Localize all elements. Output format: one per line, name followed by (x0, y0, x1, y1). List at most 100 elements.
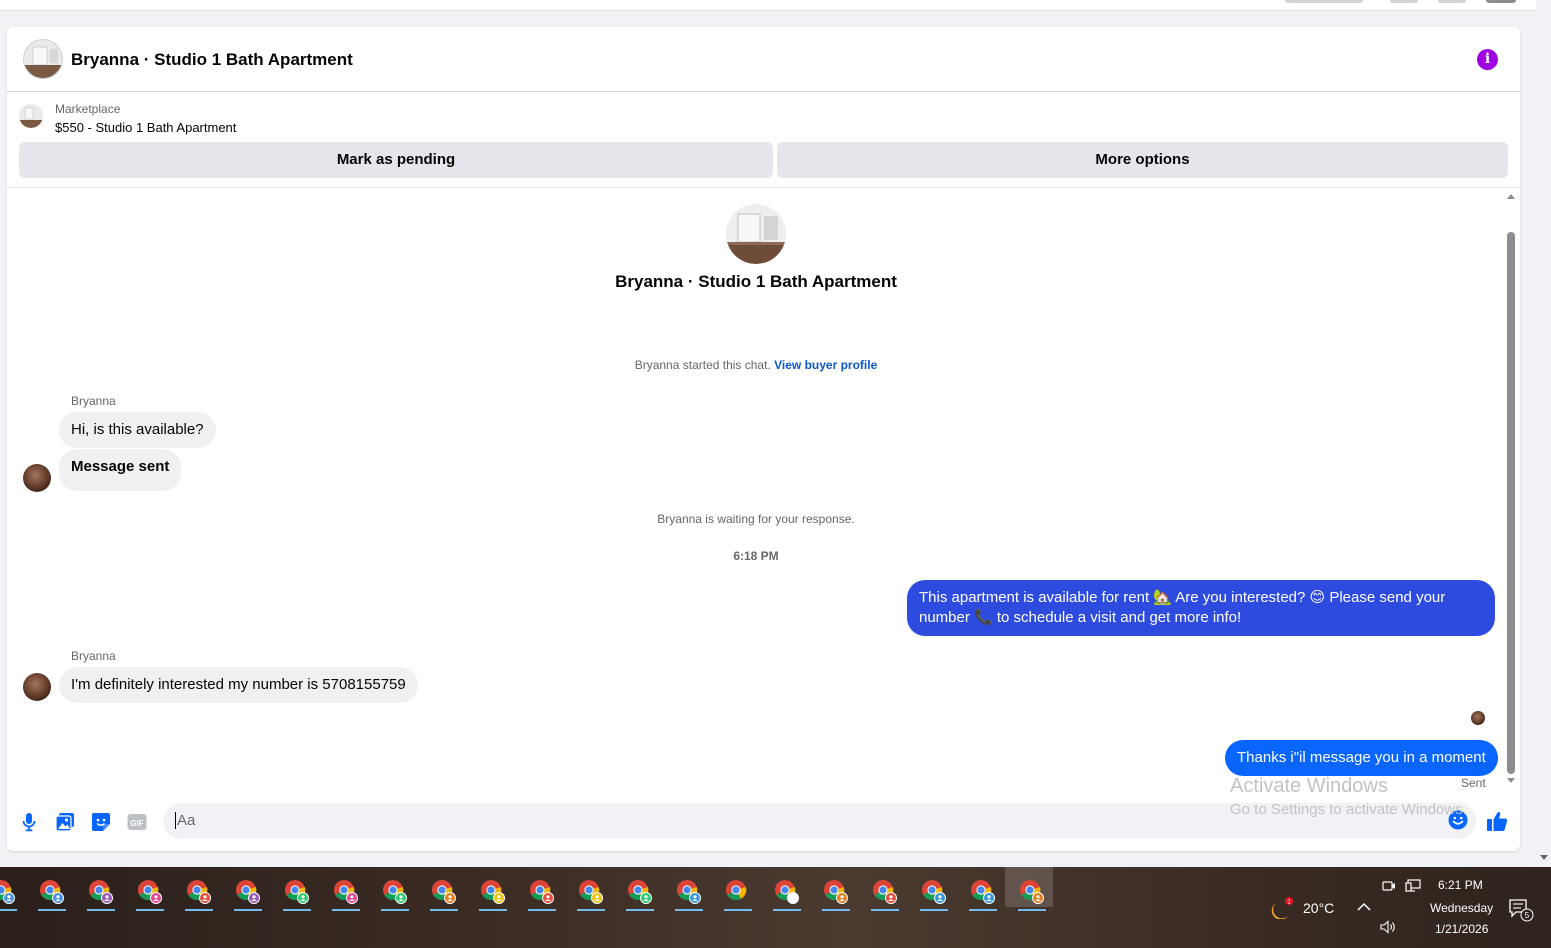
chrome-taskbar-icon[interactable] (819, 875, 853, 911)
running-app-indicator (136, 909, 164, 911)
chrome-profile-icon (236, 880, 260, 904)
more-options-button[interactable]: More options (777, 142, 1508, 178)
listing-price-title[interactable]: $550 - Studio 1 Bath Apartment (55, 120, 236, 135)
chrome-taskbar-icon[interactable] (1015, 875, 1049, 911)
chrome-profile-icon (383, 880, 407, 904)
chrome-profile-icon (873, 880, 897, 904)
meet-now-icon[interactable] (1382, 879, 1396, 893)
chrome-taskbar-icon[interactable] (672, 875, 706, 911)
chat-started-notice: Bryanna started this chat. View buyer pr… (7, 358, 1505, 372)
chrome-profile-icon (775, 880, 799, 904)
running-app-indicator (577, 909, 605, 911)
incoming-message[interactable]: Message sent (59, 449, 182, 491)
thumbs-up-icon[interactable] (1486, 810, 1508, 832)
buyer-avatar[interactable] (23, 673, 51, 701)
top-strip-icon[interactable] (1390, 0, 1418, 3)
page-scroll-down-arrow[interactable] (1540, 855, 1548, 860)
top-strip-icon[interactable] (1438, 0, 1466, 3)
clock-date[interactable]: 1/21/2026 (1435, 922, 1488, 936)
chrome-profile-icon (40, 880, 64, 904)
incoming-message[interactable]: Hi, is this available? (59, 412, 216, 448)
message-timestamp: 6:18 PM (733, 549, 779, 563)
chrome-taskbar-icon[interactable] (476, 875, 510, 911)
chrome-profile-icon (432, 880, 456, 904)
top-strip-avatar[interactable] (1486, 0, 1516, 3)
network-icon[interactable] (1405, 879, 1421, 893)
running-app-indicator (38, 909, 66, 911)
info-icon[interactable]: i (1477, 49, 1498, 70)
sent-status: Sent (1461, 776, 1486, 790)
chrome-profile-icon (138, 880, 162, 904)
buyer-avatar[interactable] (23, 464, 51, 492)
chrome-taskbar-icon[interactable] (231, 875, 265, 911)
top-strip-button[interactable] (1285, 0, 1363, 3)
running-app-indicator (283, 909, 311, 911)
notification-center-icon[interactable]: 5 (1509, 899, 1535, 923)
outgoing-message[interactable]: Thanks i"il message you in a moment (1225, 740, 1498, 776)
chrome-taskbar-icon[interactable] (0, 875, 20, 911)
windows-taskbar: 1 20°C 6:21 PM Wednesday 1/21/2026 5 (0, 867, 1551, 948)
listing-thumbnail[interactable] (19, 104, 43, 128)
message-input[interactable]: Aa (163, 803, 1476, 839)
weather-icon[interactable]: 1 (1271, 897, 1297, 919)
chrome-taskbar-icon[interactable] (427, 875, 461, 911)
chrome-taskbar-icon[interactable] (280, 875, 314, 911)
chrome-profile-icon (726, 880, 747, 901)
view-buyer-profile-link[interactable]: View buyer profile (774, 358, 877, 372)
thread-listing-avatar[interactable] (726, 204, 786, 264)
incoming-message[interactable]: I'm definitely interested my number is 5… (59, 667, 418, 703)
sticker-icon[interactable] (90, 811, 112, 833)
volume-icon[interactable] (1380, 920, 1398, 934)
chrome-taskbar-icon[interactable] (84, 875, 118, 911)
chrome-profile-icon (0, 880, 15, 904)
conversation-title[interactable]: Bryanna · Studio 1 Bath Apartment (71, 50, 353, 70)
chrome-profile-icon (334, 880, 358, 904)
clock-day[interactable]: Wednesday (1430, 901, 1493, 915)
scroll-down-arrow[interactable] (1507, 778, 1515, 783)
outgoing-message[interactable]: This apartment is available for rent 🏡 A… (907, 580, 1495, 636)
running-app-indicator (773, 909, 801, 911)
chrome-profile-icon (628, 880, 652, 904)
chrome-profile-icon (481, 880, 505, 904)
chrome-profile-icon (187, 880, 211, 904)
chrome-taskbar-icon[interactable] (329, 875, 363, 911)
chrome-taskbar-icon[interactable] (574, 875, 608, 911)
chrome-taskbar-icon[interactable] (966, 875, 1000, 911)
chrome-taskbar-icon[interactable] (182, 875, 216, 911)
chrome-taskbar-icon[interactable] (525, 875, 559, 911)
chrome-taskbar-icon[interactable] (378, 875, 412, 911)
listing-avatar[interactable] (23, 39, 63, 79)
sender-name: Bryanna (71, 649, 116, 663)
emoji-icon[interactable] (1448, 810, 1468, 830)
chrome-taskbar-icon[interactable] (721, 875, 755, 911)
running-app-indicator (0, 909, 17, 911)
scrollbar-thumb[interactable] (1507, 232, 1515, 774)
chat-panel: Bryanna · Studio 1 Bath Apartment i Mark… (7, 27, 1520, 851)
chrome-taskbar-icon[interactable] (868, 875, 902, 911)
marketplace-label: Marketplace (55, 102, 121, 116)
weather-temperature[interactable]: 20°C (1303, 900, 1334, 916)
mark-as-pending-button[interactable]: Mark as pending (19, 142, 773, 178)
gif-icon[interactable]: GIF (126, 811, 148, 833)
running-app-indicator (822, 909, 850, 911)
microphone-icon[interactable] (18, 811, 40, 833)
show-hidden-icons-chevron-icon[interactable] (1356, 902, 1372, 912)
chat-started-text: Bryanna started this chat. (634, 358, 771, 372)
scrollbar[interactable] (1505, 188, 1517, 798)
scroll-up-arrow[interactable] (1507, 194, 1515, 199)
chrome-profile-icon (579, 880, 603, 904)
running-app-indicator (871, 909, 899, 911)
chrome-taskbar-icon[interactable] (770, 875, 804, 911)
running-app-indicator (626, 909, 654, 911)
chrome-profile-icon (677, 880, 701, 904)
clock-time[interactable]: 6:21 PM (1438, 878, 1483, 892)
chrome-taskbar-icon[interactable] (917, 875, 951, 911)
sender-name: Bryanna (71, 394, 116, 408)
chrome-taskbar-icon[interactable] (133, 875, 167, 911)
chrome-profile-icon (530, 880, 554, 904)
photo-icon[interactable] (54, 811, 76, 833)
chrome-taskbar-icon[interactable] (623, 875, 657, 911)
running-app-indicator (724, 909, 752, 911)
chrome-taskbar-icon[interactable] (35, 875, 69, 911)
message-input-placeholder: Aa (175, 812, 196, 829)
